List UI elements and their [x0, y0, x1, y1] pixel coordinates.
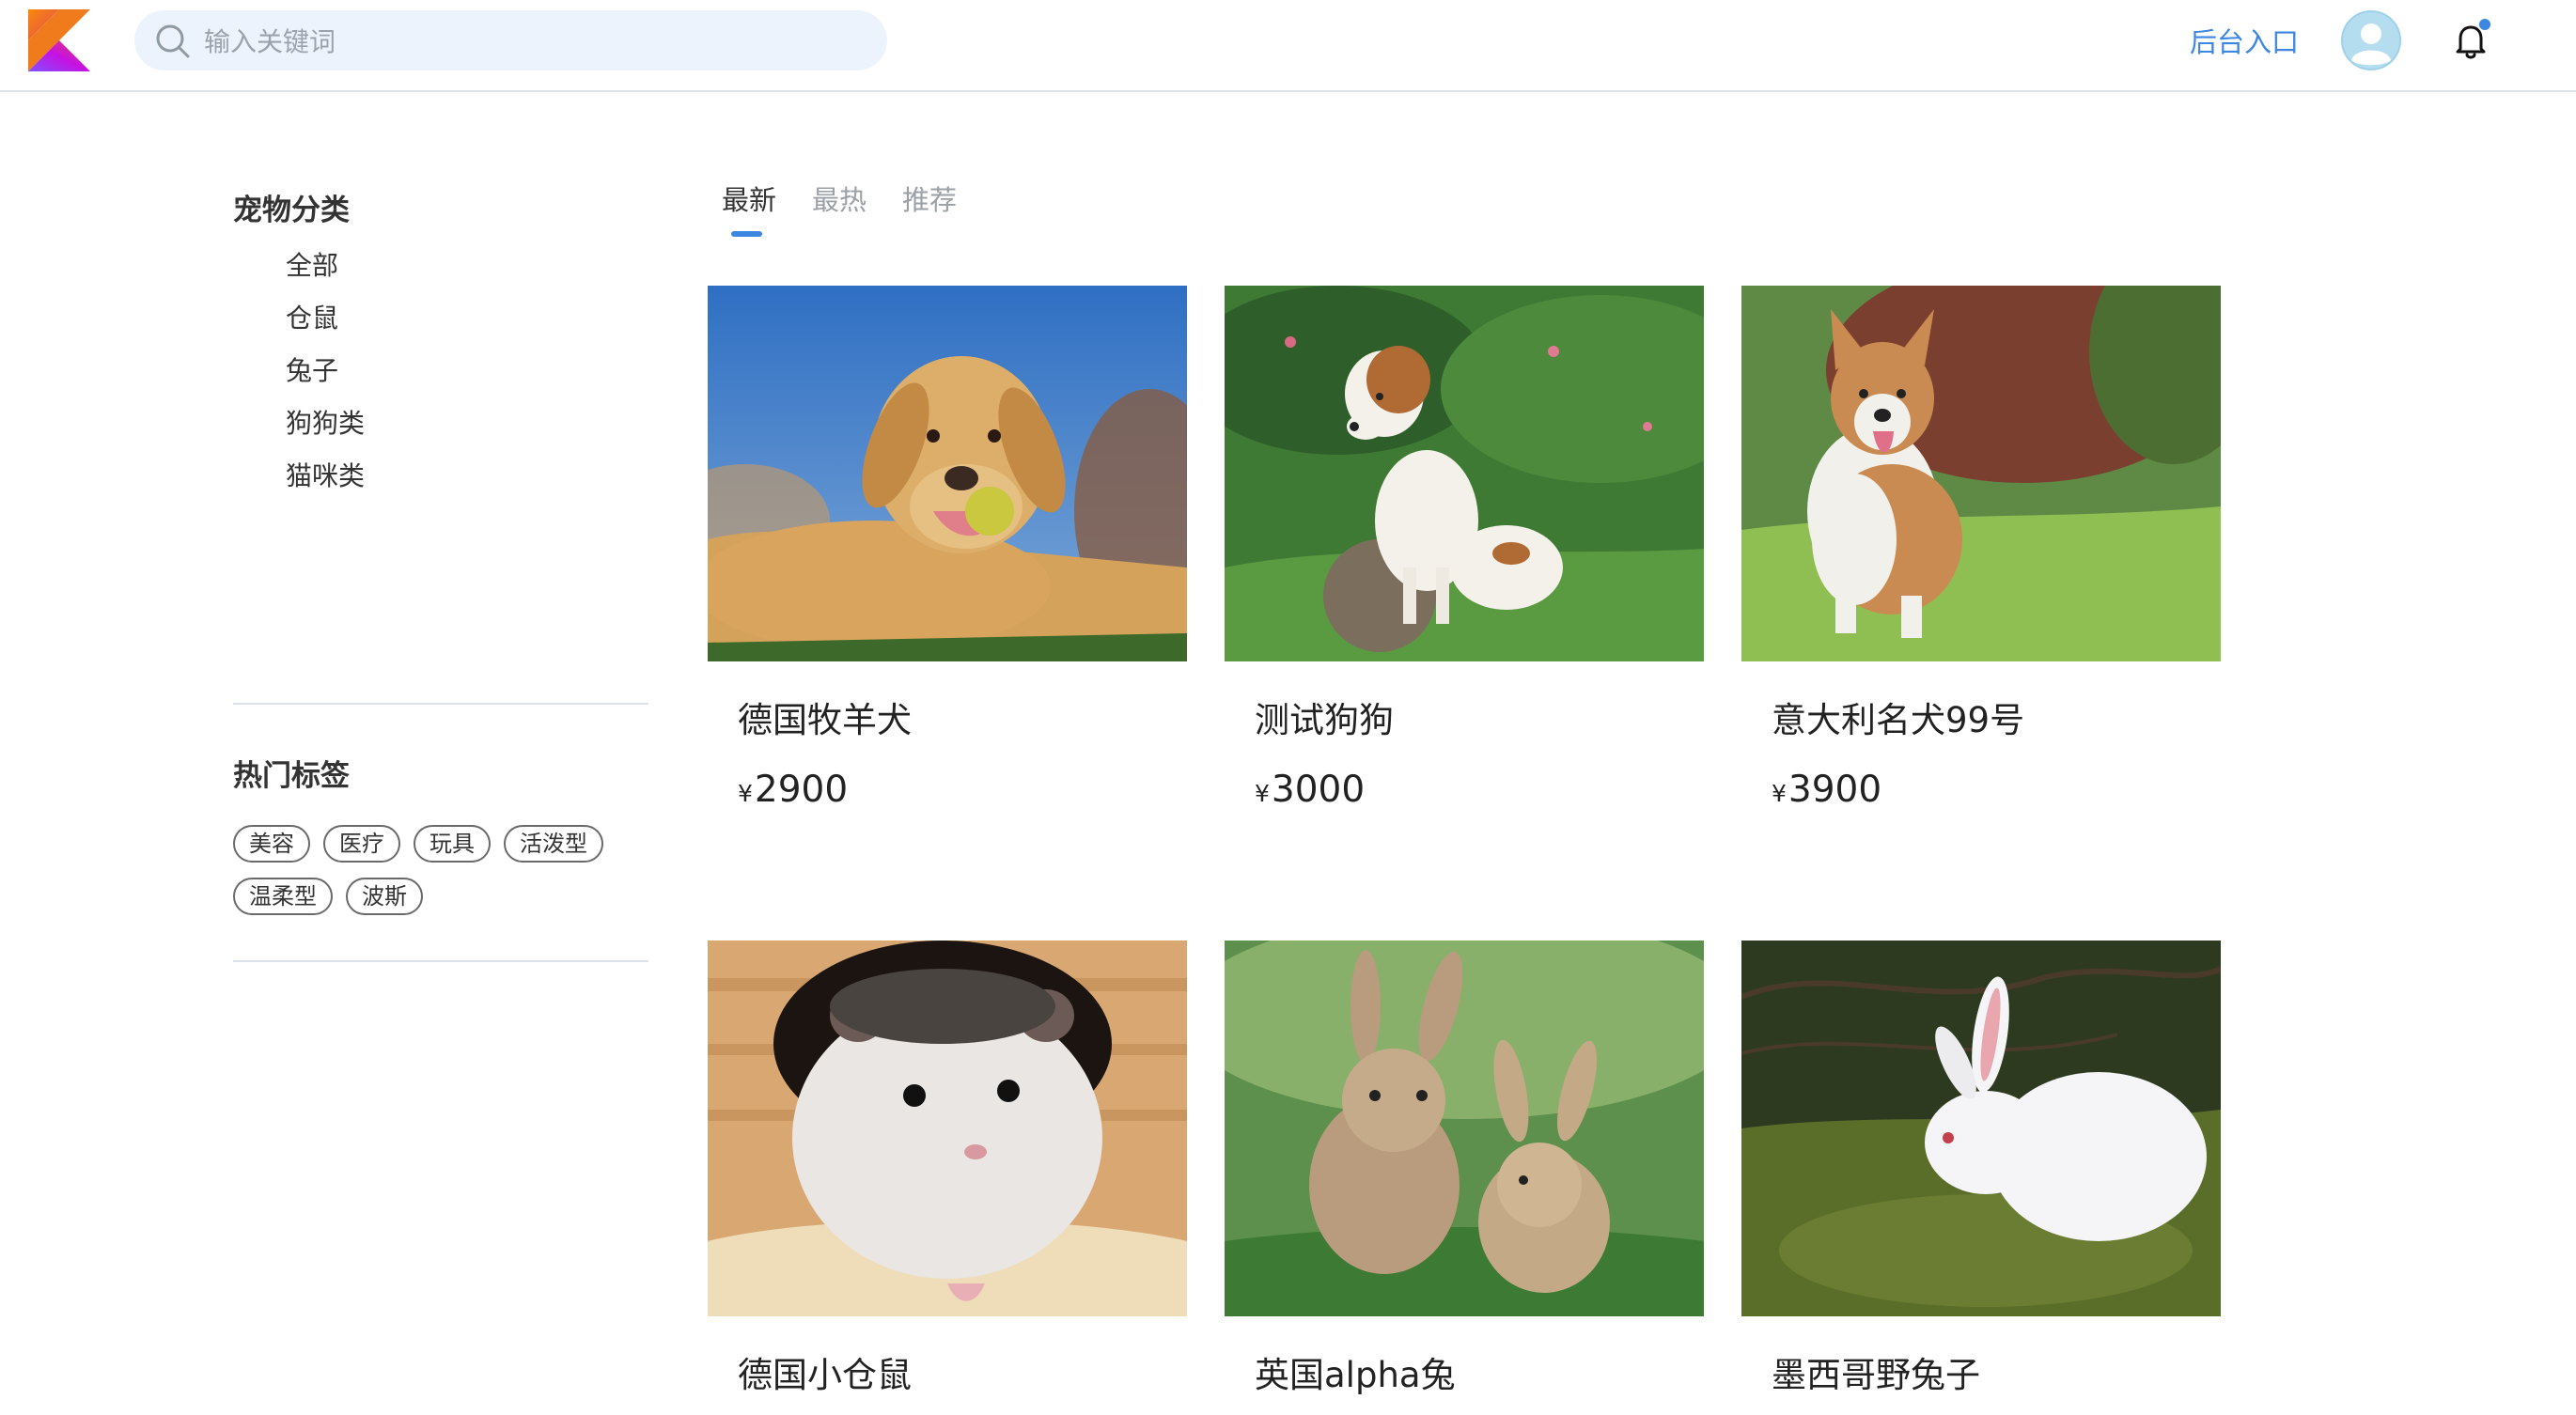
hot-tags-title: 热门标签: [233, 759, 350, 793]
user-avatar-icon[interactable]: [2340, 9, 2402, 71]
price-value: 3900: [1788, 769, 1882, 811]
product-name[interactable]: 墨西哥野兔子: [1772, 1346, 1980, 1397]
product-name[interactable]: 英国alpha兔: [1255, 1346, 1456, 1397]
price-value: 3000: [1271, 769, 1366, 811]
product-price: ¥2900: [738, 769, 848, 811]
search-icon: [156, 24, 190, 58]
pet-category-title: 宠物分类: [233, 194, 350, 227]
product-card[interactable]: 德国牧羊犬 ¥2900: [708, 286, 1187, 811]
admin-entry-link[interactable]: 后台入口: [2190, 21, 2299, 60]
tab-newest[interactable]: 最新: [722, 179, 776, 237]
notification-dot: [2479, 19, 2490, 30]
tag-lively[interactable]: 活泼型: [504, 825, 603, 863]
product-name[interactable]: 德国牧羊犬: [738, 692, 912, 742]
tab-hottest[interactable]: 最热: [812, 179, 866, 231]
kotlin-logo[interactable]: [28, 9, 90, 71]
category-list: 全部 仓鼠 兔子 狗狗类 猫咪类: [286, 246, 365, 509]
product-price: ¥3000: [1255, 769, 1365, 811]
search-bar: [134, 10, 887, 72]
bell-icon[interactable]: [2447, 17, 2494, 64]
sidebar-divider: [233, 703, 648, 705]
category-hamster[interactable]: 仓鼠: [286, 299, 365, 351]
category-cat[interactable]: 猫咪类: [286, 457, 365, 509]
tag-medical[interactable]: 医疗: [323, 825, 400, 863]
tag-cloud: 美容 医疗 玩具 活泼型温柔型 波斯: [233, 825, 665, 930]
product-card[interactable]: 德国小仓鼠: [708, 941, 1187, 1395]
product-name[interactable]: 测试狗狗: [1255, 692, 1394, 742]
white-hamster-photo[interactable]: [708, 941, 1187, 1316]
product-card[interactable]: 测试狗狗 ¥3000: [1225, 286, 1704, 811]
product-name[interactable]: 意大利名犬99号: [1772, 692, 2024, 742]
category-rabbit[interactable]: 兔子: [286, 351, 365, 404]
sidebar-divider: [233, 960, 648, 962]
price-value: 2900: [754, 769, 849, 811]
sort-tabs: 最新 最热 推荐: [722, 179, 957, 237]
golden-labrador-photo[interactable]: [708, 286, 1187, 661]
product-card[interactable]: 英国alpha兔: [1225, 941, 1704, 1395]
currency-symbol: ¥: [738, 780, 753, 807]
tag-gentle[interactable]: 温柔型: [233, 878, 333, 915]
product-price: ¥3900: [1772, 769, 1881, 811]
product-name[interactable]: 德国小仓鼠: [738, 1346, 912, 1397]
corgi-running-photo[interactable]: [1741, 286, 2221, 661]
two-brown-rabbits-photo[interactable]: [1225, 941, 1704, 1316]
search-input[interactable]: [202, 10, 864, 72]
currency-symbol: ¥: [1255, 780, 1270, 807]
top-navbar: 后台入口: [0, 0, 2576, 92]
white-rabbit-on-moss-photo[interactable]: [1741, 941, 2221, 1316]
category-all[interactable]: 全部: [286, 246, 365, 299]
tab-recommended[interactable]: 推荐: [902, 179, 957, 231]
category-dog[interactable]: 狗狗类: [286, 404, 365, 457]
currency-symbol: ¥: [1772, 780, 1787, 807]
product-card[interactable]: 墨西哥野兔子: [1741, 941, 2221, 1395]
tag-toys[interactable]: 玩具: [414, 825, 491, 863]
puppy-on-grass-photo[interactable]: [1225, 286, 1704, 661]
tag-persian[interactable]: 波斯: [346, 878, 423, 915]
product-card[interactable]: 意大利名犬99号 ¥3900: [1741, 286, 2221, 811]
tag-beauty[interactable]: 美容: [233, 825, 310, 863]
